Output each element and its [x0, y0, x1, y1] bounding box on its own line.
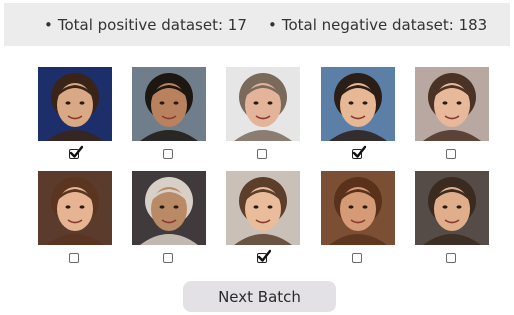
face-image[interactable] [38, 171, 112, 245]
checkmark-icon [69, 145, 83, 158]
face-image[interactable] [415, 171, 489, 245]
face-cell [226, 171, 300, 267]
checkbox[interactable] [257, 149, 267, 159]
face-cell [415, 67, 489, 163]
checked-checkbox[interactable] [352, 145, 366, 159]
checkbox[interactable] [163, 149, 173, 159]
checkmark-icon [257, 249, 271, 262]
checked-checkbox[interactable] [257, 249, 271, 263]
face-image[interactable] [132, 67, 206, 141]
face-cell [321, 67, 395, 163]
face-cell [132, 171, 206, 267]
face-cell [321, 171, 395, 267]
checkbox[interactable] [352, 253, 362, 263]
face-cell [226, 67, 300, 163]
face-cell [38, 171, 112, 267]
checkbox[interactable] [446, 149, 456, 159]
face-image[interactable] [321, 67, 395, 141]
face-cell [132, 67, 206, 163]
checkbox[interactable] [69, 253, 79, 263]
face-image[interactable] [38, 67, 112, 141]
face-cell [38, 67, 112, 163]
face-cell [415, 171, 489, 267]
checkmark-icon [352, 145, 366, 158]
checkbox[interactable] [446, 253, 456, 263]
next-batch-button[interactable]: Next Batch [183, 281, 336, 312]
face-image[interactable] [226, 171, 300, 245]
face-image[interactable] [226, 67, 300, 141]
face-image[interactable] [132, 171, 206, 245]
face-image[interactable] [415, 67, 489, 141]
checkbox[interactable] [163, 253, 173, 263]
checked-checkbox[interactable] [69, 145, 83, 159]
face-image[interactable] [321, 171, 395, 245]
face-grid [0, 0, 514, 315]
